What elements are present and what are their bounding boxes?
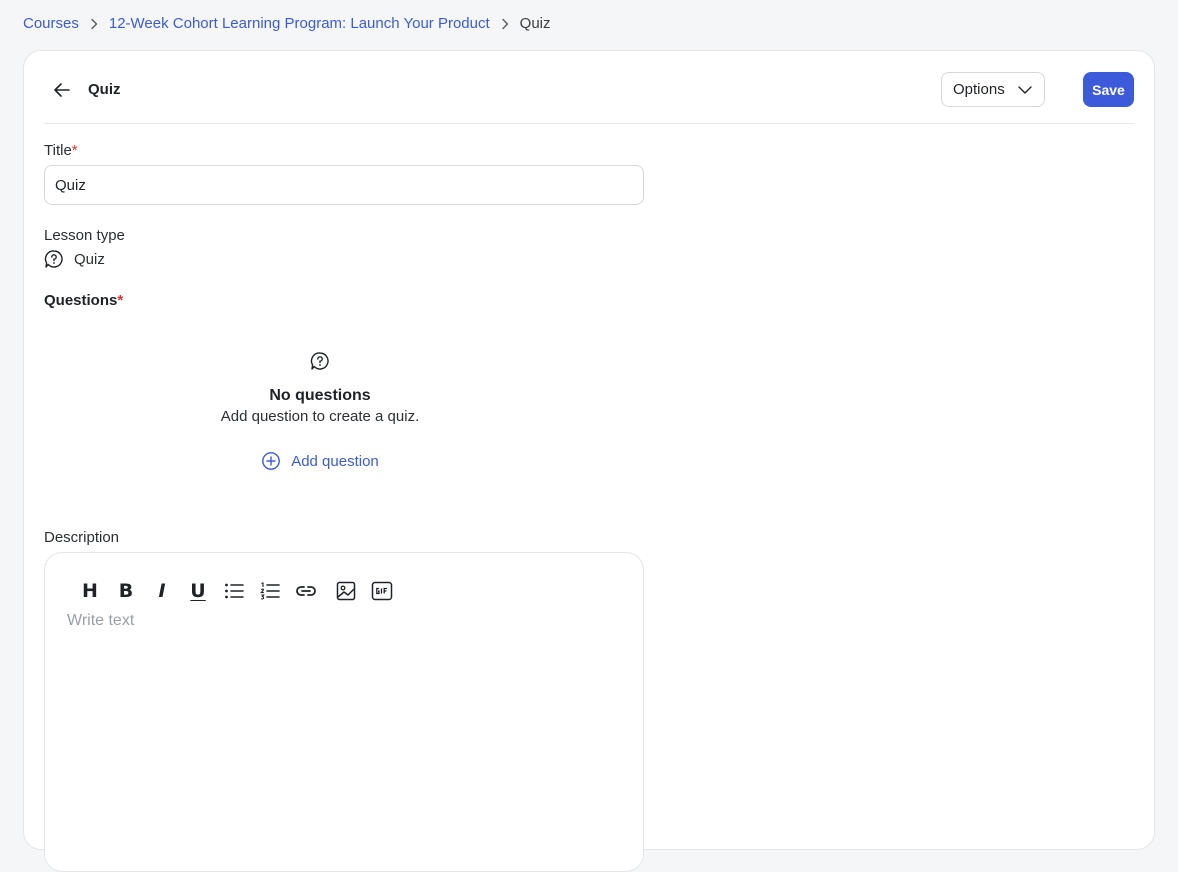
numbered-list-icon [260,582,280,600]
card-header: Quiz Options Save [44,51,1134,124]
questions-label-text: Questions [44,292,118,309]
arrow-left-icon [54,83,70,97]
breadcrumb-courses[interactable]: Courses [23,14,79,34]
bold-button[interactable]: B [108,577,144,605]
editor-placeholder: Write text [67,612,135,629]
gif-button[interactable] [364,577,400,605]
questions-label: Questions* [44,292,123,309]
italic-button[interactable]: I [144,577,180,605]
title-label: Title* [44,142,78,159]
lesson-type-text: Quiz [74,250,105,268]
add-question-button[interactable]: Add question [261,451,379,471]
breadcrumb-current: Quiz [519,15,551,32]
breadcrumb-course[interactable]: 12-Week Cohort Learning Program: Launch … [109,14,490,34]
image-button[interactable] [328,577,364,605]
empty-state-subtitle: Add question to create a quiz. [220,408,420,425]
bullet-list-icon [225,583,244,599]
link-icon [296,586,316,596]
lesson-type-value: Quiz [44,249,105,269]
questions-empty-state: No questions Add question to create a qu… [44,351,596,471]
page-title: Quiz [88,81,121,98]
heading-button[interactable]: H [72,577,108,605]
bold-icon: B [118,580,134,602]
heading-icon: H [82,580,98,602]
required-mark: * [117,292,124,309]
gif-icon [371,581,393,601]
underline-icon: U [190,580,206,602]
chevron-right-icon [87,17,101,31]
empty-state-title: No questions [269,387,371,404]
title-label-text: Title [44,142,72,159]
back-button[interactable] [50,78,74,102]
chevron-down-icon [1018,85,1032,94]
chevron-right-icon [498,17,512,31]
add-question-label: Add question [291,452,379,470]
image-icon [336,581,356,601]
link-button[interactable] [288,577,324,605]
quiz-bubble-icon [310,352,329,370]
numbered-list-button[interactable] [252,577,288,605]
breadcrumb: Courses 12-Week Cohort Learning Program:… [23,14,551,34]
required-mark: * [71,142,78,159]
italic-icon: I [158,580,166,602]
quiz-bubble-icon [44,250,63,268]
bullet-list-button[interactable] [216,577,252,605]
save-button[interactable]: Save [1083,72,1134,107]
underline-button[interactable]: U [180,577,216,605]
lesson-editor-card: Quiz Options Save Title* Lesson type Qui… [23,50,1155,872]
description-label: Description [44,529,120,546]
editor-toolbar: H B I U [72,577,400,605]
options-dropdown[interactable]: Options [941,72,1045,107]
description-editor[interactable]: H B I U Write text [44,552,644,872]
plus-circle-icon [262,452,281,470]
title-input[interactable] [44,165,644,205]
lesson-type-label: Lesson type [44,227,125,244]
options-label: Options [953,81,1005,98]
